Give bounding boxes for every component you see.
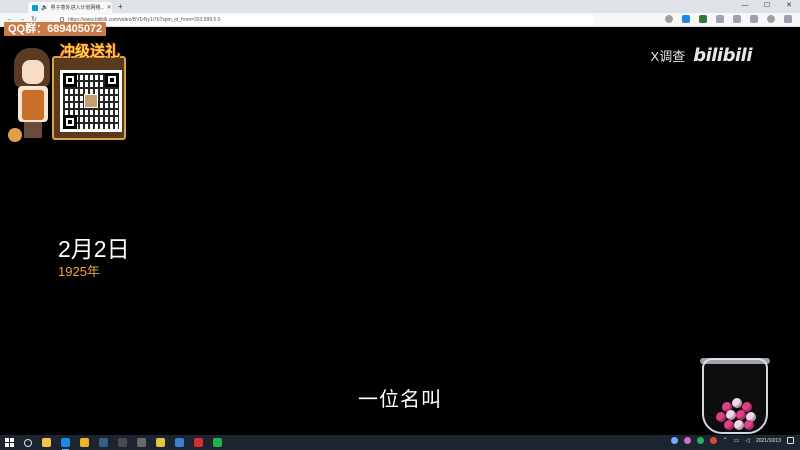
anime-girl-mascot	[8, 48, 54, 142]
tray-app-icon[interactable]	[709, 437, 717, 444]
edge-browser-icon[interactable]	[61, 438, 70, 450]
steam-icon[interactable]	[99, 438, 108, 447]
notification-icon[interactable]	[787, 437, 794, 444]
folder-icon[interactable]	[80, 438, 89, 447]
video-subtitle: 一位名叫	[358, 389, 442, 411]
extension-icon[interactable]	[682, 15, 690, 23]
search-icon[interactable]	[24, 438, 32, 447]
obs-icon[interactable]	[118, 438, 127, 447]
maximize-button[interactable]: ☐	[762, 1, 772, 11]
speaker-icon[interactable]: 🔈	[41, 5, 48, 11]
app-blue-icon[interactable]	[175, 438, 184, 447]
extension-green-icon[interactable]	[699, 15, 707, 23]
wechat-icon[interactable]	[213, 438, 222, 447]
netease-music-icon[interactable]	[194, 438, 203, 447]
more-menu-icon[interactable]	[784, 15, 792, 23]
collections-icon[interactable]	[750, 15, 758, 23]
promo-sticker: 冲级送礼	[8, 36, 126, 142]
start-windows-icon[interactable]	[5, 438, 14, 447]
url-input[interactable]: https://www.bilibili.com/video/BV1rNy1i7…	[54, 14, 594, 25]
reader-mode-icon[interactable]	[665, 15, 673, 23]
minimize-button[interactable]: —	[740, 1, 750, 11]
system-clock[interactable]: 2021/10/13	[756, 438, 781, 444]
watermark-prefix: X调查	[650, 49, 686, 64]
network-icon[interactable]: ▭	[734, 438, 740, 444]
screen: 🔈 男子意外进入计划网络... ✕ + — ☐ ✕ ← → ↻ https://…	[0, 0, 800, 450]
system-tray: ⌃ ▭ ◁ 2021/10/13	[670, 437, 794, 444]
clock-date: 2021/10/13	[755, 437, 781, 444]
bilibili-logo: bilibili	[693, 45, 752, 66]
dog-icon	[8, 128, 22, 142]
browser-tab[interactable]: 🔈 男子意外进入计划网络... ✕	[28, 2, 112, 13]
qr-avatar	[84, 94, 98, 108]
bilibili-favicon-icon	[32, 4, 38, 11]
volume-icon[interactable]: ◁	[745, 438, 750, 444]
app-yellow-icon[interactable]	[156, 438, 165, 447]
chevron-up-icon[interactable]: ⌃	[723, 438, 728, 444]
promo-title: 冲级送礼	[59, 42, 120, 60]
taskbar-apps	[42, 438, 222, 450]
qq-group-banner: QQ群：689405072	[4, 22, 107, 36]
tab-title: 男子意外进入计划网络...	[50, 5, 105, 11]
windows-taskbar: ⌃ ▭ ◁ 2021/10/13	[0, 435, 800, 450]
terminal-icon[interactable]	[137, 438, 146, 447]
file-explorer-icon[interactable]	[42, 438, 51, 447]
puzzle-icon[interactable]	[716, 15, 724, 23]
close-window-button[interactable]: ✕	[784, 1, 794, 11]
favorites-icon[interactable]	[733, 15, 741, 23]
qr-code	[60, 70, 122, 132]
channel-watermark: X调查 bilibili	[650, 45, 753, 66]
glass-jar-widget	[700, 358, 770, 436]
new-tab-button[interactable]: +	[118, 2, 123, 11]
tray-app-icon[interactable]	[683, 437, 691, 444]
tray-app-icon[interactable]	[696, 437, 704, 444]
tray-app-icon[interactable]	[670, 437, 678, 444]
year-caption: 1925年	[58, 264, 100, 279]
profile-icon[interactable]	[767, 15, 775, 23]
date-caption: 2月2日	[58, 236, 130, 262]
browser-address-bar: ← → ↻ https://www.bilibili.com/video/BV1…	[0, 13, 800, 27]
tab-close-icon[interactable]: ✕	[106, 5, 111, 11]
browser-tab-bar: 🔈 男子意外进入计划网络... ✕ + — ☐ ✕	[0, 0, 800, 13]
